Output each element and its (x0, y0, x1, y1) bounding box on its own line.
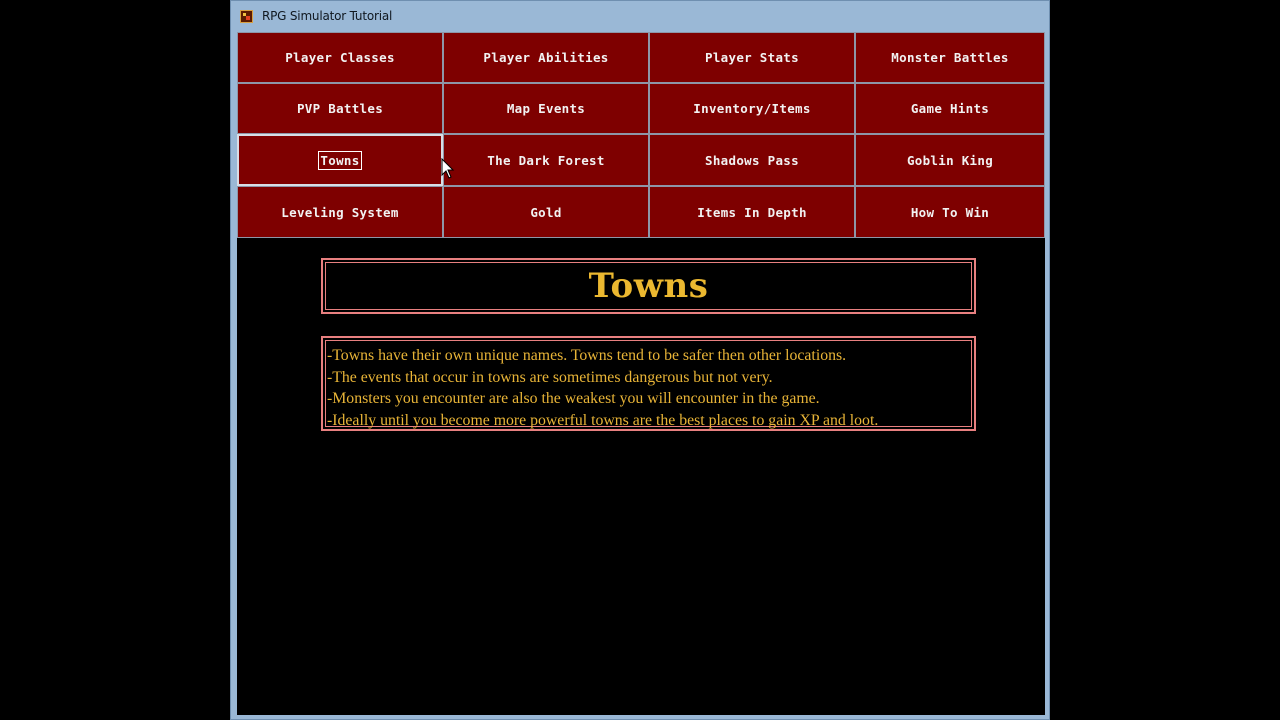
gold-button[interactable]: Gold (443, 186, 649, 238)
leveling-system-button[interactable]: Leveling System (237, 186, 443, 238)
game-hints-button[interactable]: Game Hints (855, 83, 1045, 134)
client-area: Player Classes Player Abilities Player S… (237, 32, 1045, 715)
title-panel-inner: Towns (325, 262, 972, 310)
player-stats-button[interactable]: Player Stats (649, 32, 855, 83)
button-label: Items In Depth (697, 204, 807, 220)
button-label: Player Abilities (483, 50, 609, 65)
description-line: -Ideally until you become more powerful … (327, 411, 879, 429)
app-window: RPG Simulator Tutorial Player Classes Pl… (230, 0, 1050, 720)
mouse-pointer-icon (441, 158, 455, 179)
button-label: How To Win (910, 204, 990, 220)
nav-grid: Player Classes Player Abilities Player S… (237, 32, 1045, 238)
description-line: -The events that occur in towns are some… (327, 368, 773, 386)
page-title: Towns (588, 266, 709, 306)
inventory-items-button[interactable]: Inventory/Items (649, 83, 855, 134)
button-label: Game Hints (910, 101, 990, 116)
title-bar[interactable]: RPG Simulator Tutorial (231, 1, 1049, 32)
shadows-pass-button[interactable]: Shadows Pass (649, 134, 855, 186)
towns-button[interactable]: Towns (237, 134, 443, 186)
button-label: Inventory/Items (693, 101, 811, 116)
description-line: -Towns have their own unique names. Town… (327, 347, 847, 364)
pvp-battles-button[interactable]: PVP Battles (237, 83, 443, 134)
player-classes-button[interactable]: Player Classes (237, 32, 443, 83)
dark-forest-button[interactable]: The Dark Forest (443, 134, 649, 186)
button-label: Player Stats (705, 50, 799, 65)
button-label: PVP Battles (296, 101, 384, 116)
title-panel: Towns (321, 258, 976, 314)
goblin-king-button[interactable]: Goblin King (855, 134, 1045, 186)
items-in-depth-button[interactable]: Items In Depth (649, 186, 855, 238)
button-label: Towns (318, 150, 362, 170)
description-panel: -Towns have their own unique names. Town… (321, 336, 976, 431)
button-label: Gold (530, 204, 562, 220)
window-title: RPG Simulator Tutorial (262, 9, 393, 23)
button-label: Monster Battles (891, 50, 1009, 65)
button-label: Leveling System (281, 204, 399, 220)
button-label: Goblin King (906, 152, 994, 168)
map-events-button[interactable]: Map Events (443, 83, 649, 134)
button-label: Shadows Pass (705, 152, 799, 168)
button-label: Player Classes (285, 50, 395, 65)
player-abilities-button[interactable]: Player Abilities (443, 32, 649, 83)
app-icon (240, 10, 253, 23)
description-line: -Monsters you encounter are also the wea… (327, 390, 820, 408)
monster-battles-button[interactable]: Monster Battles (855, 32, 1045, 83)
button-label: Map Events (506, 101, 586, 116)
button-label: The Dark Forest (487, 152, 605, 168)
how-to-win-button[interactable]: How To Win (855, 186, 1045, 238)
description-panel-inner: -Towns have their own unique names. Town… (325, 340, 972, 429)
